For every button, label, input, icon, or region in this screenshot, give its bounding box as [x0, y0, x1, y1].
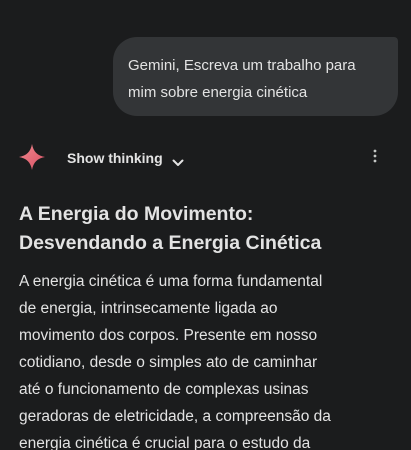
show-thinking-label: Show thinking	[67, 150, 163, 166]
response-header: Show thinking	[18, 143, 393, 171]
response-title: A Energia do Movimento: Desvendando a En…	[19, 203, 322, 254]
model-response: A Energia do Movimento: Desvendando a En…	[19, 200, 389, 450]
gemini-spark-icon	[18, 143, 46, 171]
more-vertical-icon	[373, 149, 377, 168]
more-options-button[interactable]	[367, 146, 383, 170]
chat-page: Gemini, Escreva um trabalho para mim sob…	[0, 0, 411, 450]
chevron-down-icon	[172, 154, 184, 166]
user-message-bubble: Gemini, Escreva um trabalho para mim sob…	[113, 37, 398, 116]
show-thinking-toggle[interactable]: Show thinking	[67, 148, 184, 168]
user-message-text: Gemini, Escreva um trabalho para mim sob…	[128, 57, 356, 101]
response-paragraph: A energia cinética é uma forma fundament…	[19, 273, 331, 450]
